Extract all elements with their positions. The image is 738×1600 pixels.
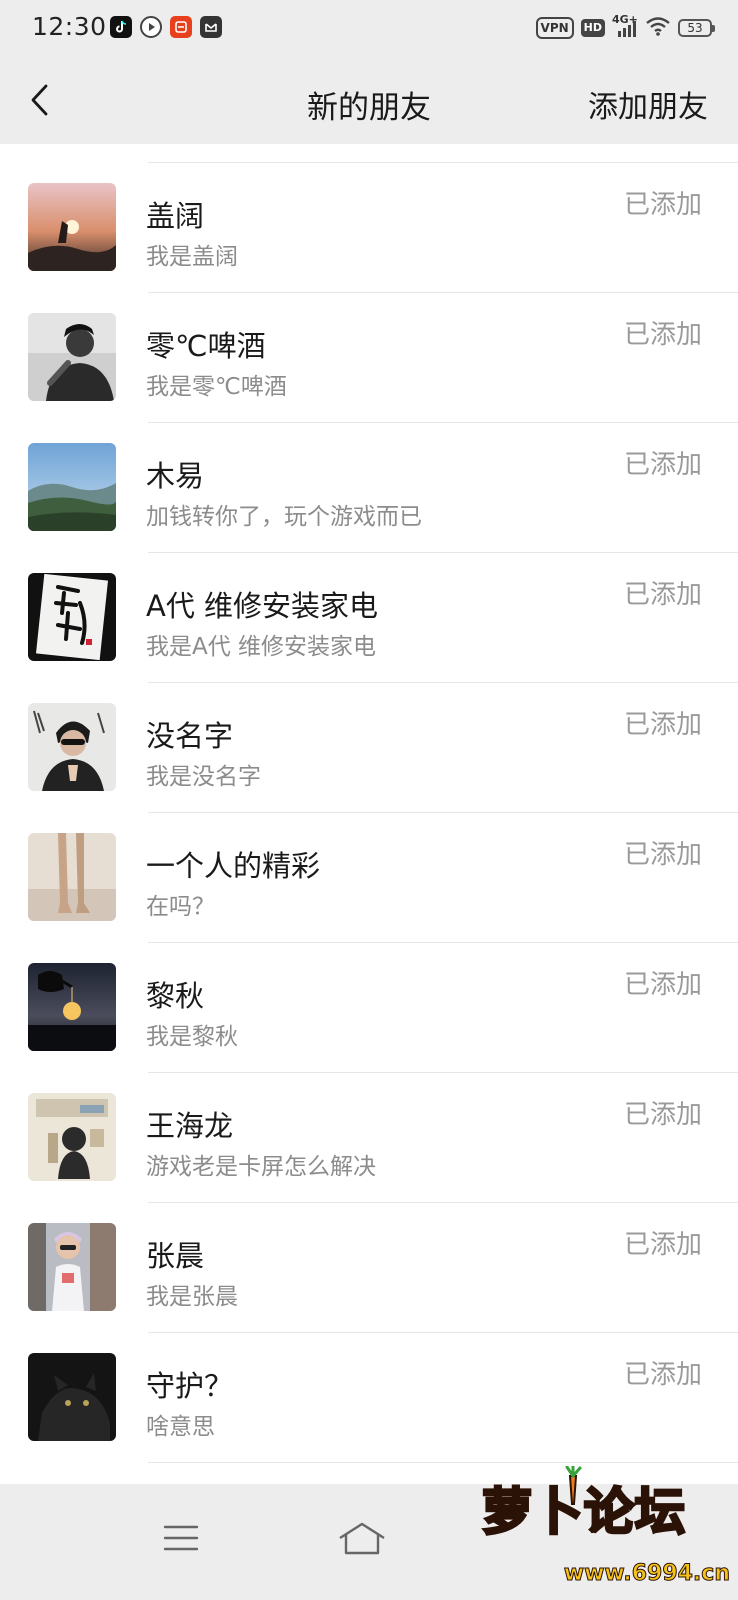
friend-name: 王海龙 <box>146 1109 234 1143</box>
status-time: 12:30 <box>32 12 107 41</box>
navigation-bar: 新的朋友 添加朋友 <box>0 58 738 144</box>
friend-avatar <box>28 1093 116 1181</box>
friend-name: 张晨 <box>146 1239 205 1273</box>
friend-message: 我是零℃啤酒 <box>146 374 287 400</box>
friend-message: 游戏老是卡屏怎么解决 <box>146 1154 376 1180</box>
added-status: 已添加 <box>623 1230 702 1260</box>
friend-row[interactable]: 零℃啤酒 我是零℃啤酒 已添加 <box>0 293 738 423</box>
friend-message: 我是A代 维修安装家电 <box>146 634 377 660</box>
added-status: 已添加 <box>623 190 702 220</box>
row-divider <box>148 1462 738 1463</box>
tiktok-notification-icon <box>110 16 132 38</box>
hd-badge: HD <box>580 19 605 37</box>
home-icon <box>339 1522 385 1555</box>
friend-avatar <box>28 1353 116 1441</box>
friend-avatar <box>28 703 116 791</box>
added-status: 已添加 <box>623 580 702 610</box>
friend-row[interactable]: 守护？ 啥意思 已添加 <box>0 1333 738 1463</box>
video-notification-icon <box>140 16 162 38</box>
added-status: 已添加 <box>623 1100 702 1130</box>
friend-avatar <box>28 183 116 271</box>
taobao-notification-icon <box>170 16 192 38</box>
friend-avatar <box>28 573 116 661</box>
friend-message: 在吗？ <box>146 894 215 920</box>
friend-avatar <box>28 313 116 401</box>
friend-row[interactable]: 黎秋 我是黎秋 已添加 <box>0 943 738 1073</box>
friend-request-list: 盖阔 我是盖阔 已添加 零℃啤酒 我是零℃啤酒 已添加 木易 加钱转你了，玩个游… <box>0 144 738 1484</box>
friend-row[interactable]: 王海龙 游戏老是卡屏怎么解决 已添加 <box>0 1073 738 1203</box>
notification-icons <box>110 16 222 38</box>
friend-row[interactable]: 一个人的精彩 在吗？ 已添加 <box>0 813 738 943</box>
message-notification-icon <box>200 16 222 38</box>
back-button[interactable] <box>18 78 62 122</box>
added-status: 已添加 <box>623 450 702 480</box>
friend-avatar <box>28 1223 116 1311</box>
friend-message: 啥意思 <box>146 1414 215 1440</box>
menu-button[interactable] <box>146 1508 216 1568</box>
friend-name: 零℃啤酒 <box>146 329 266 363</box>
friend-message: 我是黎秋 <box>146 1024 238 1050</box>
friend-avatar <box>28 443 116 531</box>
cellular-signal-icon: 4G+ <box>612 13 638 39</box>
friend-row[interactable]: 盖阔 我是盖阔 已添加 <box>0 163 738 293</box>
status-bar: 12:30 VPN HD 4G+ 53 <box>0 0 738 58</box>
friend-row[interactable]: A代 维修安装家电 我是A代 维修安装家电 已添加 <box>0 553 738 683</box>
friend-name: 守护？ <box>146 1369 234 1403</box>
added-status: 已添加 <box>623 1360 702 1390</box>
added-status: 已添加 <box>623 970 702 1000</box>
new-friends-screen: 12:30 VPN HD 4G+ 53 新的朋友 添加朋友 盖阔 我是盖阔 已添… <box>0 0 738 1600</box>
friend-avatar <box>28 963 116 1051</box>
home-button[interactable] <box>327 1508 397 1568</box>
added-status: 已添加 <box>623 710 702 740</box>
system-icons: VPN HD 4G+ 53 <box>535 13 715 40</box>
friend-row[interactable]: 张晨 我是张晨 已添加 <box>0 1203 738 1333</box>
menu-icon <box>163 1525 199 1551</box>
friend-name: 盖阔 <box>146 199 205 233</box>
chevron-left-icon <box>31 84 48 116</box>
friend-message: 加钱转你了，玩个游戏而已 <box>146 504 422 530</box>
added-status: 已添加 <box>623 840 702 870</box>
friend-message: 我是张晨 <box>146 1284 238 1310</box>
friend-row[interactable]: 没名字 我是没名字 已添加 <box>0 683 738 813</box>
battery-indicator: 53 <box>678 19 715 37</box>
add-friend-button[interactable]: 添加朋友 <box>588 82 708 126</box>
added-status: 已添加 <box>623 320 702 350</box>
wifi-icon <box>645 16 671 40</box>
friend-row[interactable]: 木易 加钱转你了，玩个游戏而已 已添加 <box>0 423 738 553</box>
friend-message: 我是没名字 <box>146 764 261 790</box>
friend-avatar <box>28 833 116 921</box>
vpn-badge: VPN <box>535 17 574 39</box>
friend-message: 我是盖阔 <box>146 244 238 270</box>
friend-name: 没名字 <box>146 719 234 753</box>
system-navigation-bar <box>0 1484 738 1600</box>
friend-name: 黎秋 <box>146 979 205 1013</box>
friend-name: 木易 <box>146 459 205 493</box>
friend-name: A代 维修安装家电 <box>146 589 379 623</box>
friend-name: 一个人的精彩 <box>146 849 321 883</box>
